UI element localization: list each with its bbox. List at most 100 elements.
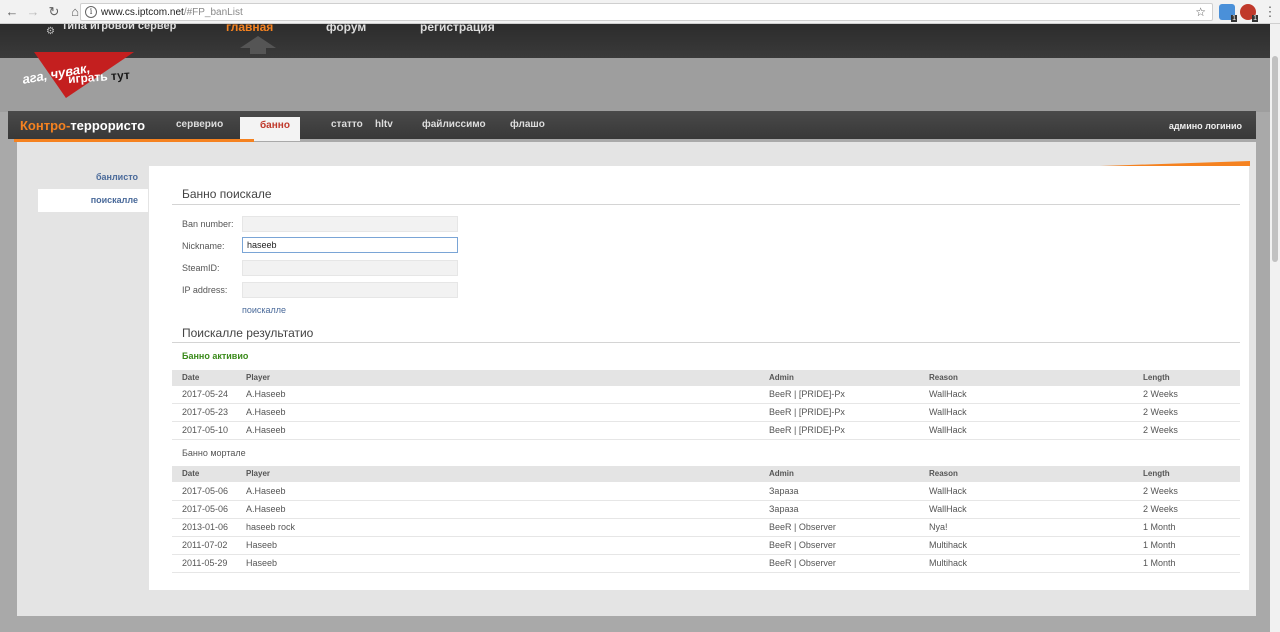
menu-icon[interactable]: ⋮ xyxy=(1261,3,1279,21)
address-bar[interactable]: i www.cs.iptcom.net/#FP_banList ☆ xyxy=(80,3,1213,21)
cell-player: Haseeb xyxy=(246,558,278,568)
table-row[interactable]: 2017-05-24 A.Haseeb BeeR | [PRIDE]-Px WallH… xyxy=(172,386,1240,404)
cell-date: 2013-01-06 xyxy=(182,522,229,532)
table-row[interactable]: 2017-05-10 A.Haseeb BeeR | [PRIDE]-Px WallH… xyxy=(172,422,1240,440)
ban-number-label: Ban number: xyxy=(182,219,234,229)
table-row[interactable]: 2011-05-29 Haseeb BeeR | Observer Multihack… xyxy=(172,555,1240,573)
table-row[interactable]: 2011-07-02 Haseeb BeeR | Observer Multihack… xyxy=(172,537,1240,555)
forward-arrow-icon[interactable]: → xyxy=(24,3,42,21)
cell-reason: Nya! xyxy=(929,522,948,532)
section-title-part2: террористо xyxy=(70,117,146,133)
logo-word-4: тут xyxy=(110,67,131,84)
nav-flash[interactable]: флашо xyxy=(510,111,545,139)
results-heading: Поискалле результатио xyxy=(182,326,314,340)
column-header-length[interactable]: Length xyxy=(1143,466,1170,482)
column-header-date[interactable]: Date xyxy=(182,370,199,386)
column-header-admin[interactable]: Admin xyxy=(769,466,794,482)
cell-length: 2 Weeks xyxy=(1143,504,1178,514)
column-header-player[interactable]: Player xyxy=(246,370,270,386)
column-header-admin[interactable]: Admin xyxy=(769,370,794,386)
sidebar-item-search[interactable]: поискалле xyxy=(38,189,148,212)
table-row[interactable]: 2017-05-06 A.Haseeb Зараза WallHack 2 Weeks xyxy=(172,501,1240,519)
table-row[interactable]: 2017-05-06 A.Haseeb Зараза WallHack 2 Weeks xyxy=(172,483,1240,501)
cell-date: 2017-05-10 xyxy=(182,425,229,435)
cell-reason: Multihack xyxy=(929,540,968,550)
divider xyxy=(172,342,1240,343)
column-header-length[interactable]: Length xyxy=(1143,370,1170,386)
cell-player: A.Haseeb xyxy=(246,389,286,399)
top-tab-main[interactable]: главная xyxy=(226,24,273,34)
nav-stats[interactable]: статто xyxy=(331,111,363,139)
adblock-icon[interactable]: 1 xyxy=(1240,4,1258,22)
back-arrow-icon[interactable]: ← xyxy=(3,3,21,21)
cell-player: A.Haseeb xyxy=(246,504,286,514)
cell-length: 1 Month xyxy=(1143,540,1176,550)
nav-hltv[interactable]: hltv xyxy=(375,111,393,139)
cell-date: 2017-05-23 xyxy=(182,407,229,417)
sidebar-item-banlist[interactable]: банлисто xyxy=(38,166,148,189)
nav-bans[interactable]: банно xyxy=(240,117,300,141)
site-top-menu: ⚙ типа игровой сервер главная форум реги… xyxy=(0,24,1270,58)
admin-login-link[interactable]: админо логинио xyxy=(1169,111,1242,141)
top-tab-register[interactable]: регистрация xyxy=(420,24,495,34)
cell-player: A.Haseeb xyxy=(246,407,286,417)
cell-admin: BeeR | [PRIDE]-Px xyxy=(769,407,845,417)
cell-date: 2017-05-06 xyxy=(182,504,229,514)
active-bans-title: Банно активио xyxy=(182,351,249,361)
scrollbar-thumb[interactable] xyxy=(1272,56,1278,262)
cell-admin: BeeR | Observer xyxy=(769,558,836,568)
cell-length: 2 Weeks xyxy=(1143,407,1178,417)
browser-toolbar: ← → ↻ ⌂ i www.cs.iptcom.net/#FP_banList … xyxy=(0,0,1280,24)
cell-date: 2011-07-02 xyxy=(182,540,228,550)
cell-date: 2017-05-24 xyxy=(182,389,229,399)
steamid-label: SteamID: xyxy=(182,263,220,273)
reload-icon[interactable]: ↻ xyxy=(45,3,63,21)
section-nav-bar: Контро-террористо серверио банно статто … xyxy=(8,111,1256,141)
table-header: Date Player Admin Reason Length xyxy=(172,370,1240,386)
cell-reason: WallHack xyxy=(929,504,967,514)
column-header-player[interactable]: Player xyxy=(246,466,270,482)
site-info-icon[interactable]: i xyxy=(85,6,97,18)
logo-area xyxy=(0,58,1270,112)
column-header-reason[interactable]: Reason xyxy=(929,466,958,482)
divider xyxy=(172,204,1240,205)
page-scrollbar[interactable] xyxy=(1270,24,1280,632)
search-submit-link[interactable]: поискалле xyxy=(242,305,286,315)
table-row[interactable]: 2013-01-06 haseeb rock BeeR | Observer Nya!… xyxy=(172,519,1240,537)
cell-admin: Зараза xyxy=(769,486,799,496)
cell-player: A.Haseeb xyxy=(246,425,286,435)
bookmark-star-icon[interactable]: ☆ xyxy=(1195,5,1206,19)
cell-player: haseeb rock xyxy=(246,522,296,532)
adblock-badge: 1 xyxy=(1252,15,1258,22)
url-path: /#FP_banList xyxy=(183,6,243,18)
ip-address-label: IP address: xyxy=(182,285,228,295)
ip-address-input[interactable] xyxy=(242,282,458,298)
cell-reason: WallHack xyxy=(929,486,967,496)
steamid-input[interactable] xyxy=(242,260,458,276)
table-header: Date Player Admin Reason Length xyxy=(172,466,1240,482)
cell-admin: BeeR | Observer xyxy=(769,540,836,550)
nav-files[interactable]: файлиссимо xyxy=(422,111,486,139)
cell-reason: WallHack xyxy=(929,389,967,399)
cell-admin: BeeR | [PRIDE]-Px xyxy=(769,425,845,435)
column-header-reason[interactable]: Reason xyxy=(929,370,958,386)
section-title: Контро-террористо xyxy=(20,118,145,133)
cell-reason: Multihack xyxy=(929,558,968,568)
cell-reason: WallHack xyxy=(929,425,967,435)
section-title-part1: Контро- xyxy=(20,117,71,133)
nickname-label: Nickname: xyxy=(182,241,225,251)
column-header-date[interactable]: Date xyxy=(182,466,199,482)
search-heading: Банно поискале xyxy=(182,187,272,201)
nav-servers[interactable]: серверио xyxy=(176,111,223,139)
top-tab-server[interactable]: типа игровой сервер xyxy=(62,24,176,32)
table-row[interactable]: 2017-05-23 A.Haseeb BeeR | [PRIDE]-Px WallH… xyxy=(172,404,1240,422)
extension-icon[interactable]: 1 xyxy=(1219,4,1237,22)
cell-admin: Зараза xyxy=(769,504,799,514)
ban-number-input[interactable] xyxy=(242,216,458,232)
cell-admin: BeeR | [PRIDE]-Px xyxy=(769,389,845,399)
cell-admin: BeeR | Observer xyxy=(769,522,836,532)
nickname-input[interactable] xyxy=(242,237,458,253)
top-tab-forum[interactable]: форум xyxy=(326,24,366,34)
url-host: www.cs.iptcom.net xyxy=(101,6,184,18)
cell-length: 1 Month xyxy=(1143,522,1176,532)
